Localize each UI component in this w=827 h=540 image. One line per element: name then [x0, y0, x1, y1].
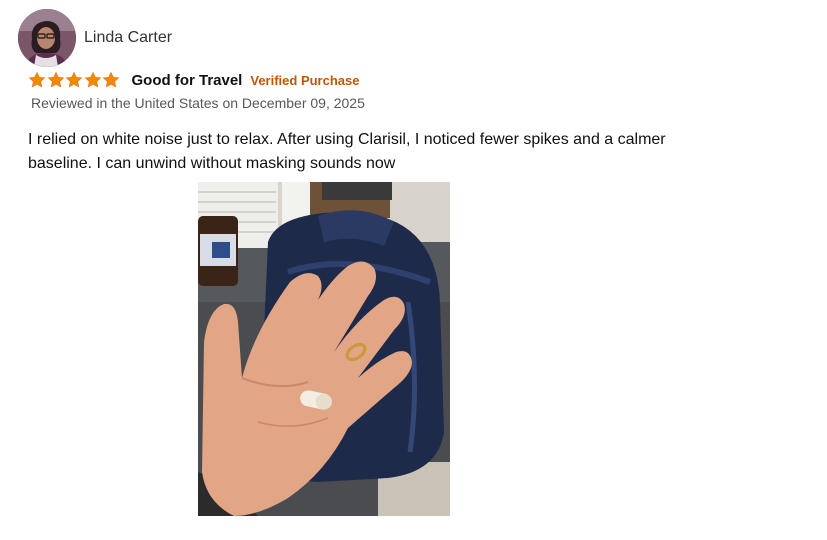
review-photo[interactable] [198, 182, 450, 516]
review-date-prefix: Reviewed in the United States on Decembe… [31, 95, 307, 111]
avatar[interactable] [18, 9, 76, 67]
review-date-suffix: 09, 2025 [310, 95, 365, 111]
verified-purchase-badge: Verified Purchase [250, 72, 360, 88]
star-icon [47, 71, 64, 88]
star-icon [84, 71, 101, 88]
rating-row: Good for Travel Verified Purchase [28, 70, 359, 90]
review-body: I relied on white noise just to relax. A… [28, 131, 666, 172]
star-icon [65, 71, 83, 88]
star-rating[interactable] [28, 71, 121, 89]
reviewer-name[interactable]: Linda Carter [84, 29, 172, 47]
reviewer-profile[interactable]: Linda Carter [18, 8, 172, 68]
review-date: Reviewed in the United States on Decembe… [31, 95, 365, 111]
star-icon [28, 71, 46, 88]
star-icon [102, 71, 120, 88]
review-title[interactable]: Good for Travel [132, 72, 243, 89]
